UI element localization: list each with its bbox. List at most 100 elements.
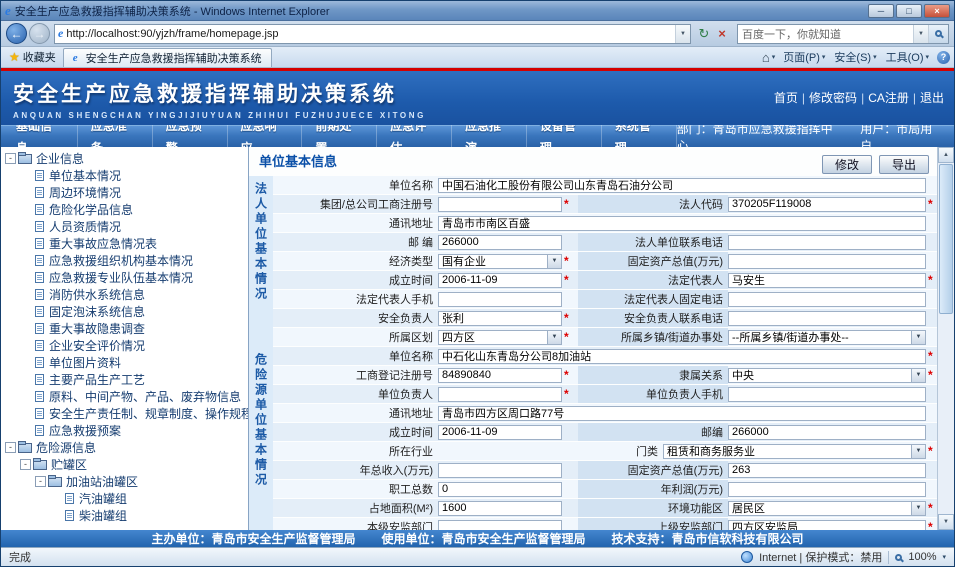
select-field[interactable]: 国有企业▼ [438,254,562,269]
text-input[interactable] [728,254,926,269]
scrollbar-thumb[interactable] [939,164,953,314]
tree-item[interactable]: -加油站油罐区 [1,473,248,490]
link-separator: | [913,91,916,105]
text-input[interactable] [438,520,562,531]
tree-item[interactable]: 汽油罐组 [1,490,248,507]
page-tab[interactable]: e 安全生产应急救援指挥辅助决策系统 [63,48,272,67]
text-input[interactable] [438,501,562,516]
favorites-button[interactable]: ★ 收藏夹 [5,49,63,67]
scroll-down-icon[interactable]: ▼ [938,514,954,530]
text-input[interactable] [728,463,926,478]
tree-item[interactable]: -危险源信息 [1,439,248,456]
header-link[interactable]: 首页 [774,89,798,106]
search-input[interactable]: 百度一下，你就知道 [738,26,913,42]
command-button[interactable]: 安全(S)▾ [834,49,876,65]
scrollbar-track[interactable] [938,163,954,514]
maximize-button[interactable]: □ [896,4,922,18]
text-input[interactable] [438,273,562,288]
text-input[interactable] [438,425,562,440]
tree-item[interactable]: -企业信息 [1,150,248,167]
header-link[interactable]: CA注册 [868,89,909,106]
select-field[interactable]: --所属乡镇/街道办事处--▼ [728,330,926,345]
text-input[interactable] [438,216,926,231]
zoom-level[interactable]: 100% [908,551,936,563]
export-button[interactable]: 导出 [879,155,929,174]
search-button[interactable] [928,25,948,43]
folder-icon [18,443,32,453]
tree-item[interactable]: 企业安全评价情况 [1,337,248,354]
text-input[interactable] [728,197,926,212]
tree-expander-icon[interactable]: - [35,476,46,487]
tree-item[interactable]: 安全生产责任制、规章制度、操作规程信息 [1,405,248,422]
text-input[interactable] [438,387,562,402]
home-button[interactable]: ⌂ ▾ [762,50,775,65]
tree-item[interactable]: 原料、中间产物、产品、废弃物信息 [1,388,248,405]
modify-button[interactable]: 修改 [822,155,872,174]
text-input[interactable] [438,235,562,250]
tree-item[interactable]: 应急救援专业队伍基本情况 [1,269,248,286]
address-dropdown-button[interactable]: ▼ [675,25,690,43]
back-button[interactable]: ← [6,23,27,44]
tree-expander-icon[interactable]: - [5,153,16,164]
text-input[interactable] [728,482,926,497]
text-input[interactable] [438,178,926,193]
tree-item[interactable]: 危险化学品信息 [1,201,248,218]
select-field[interactable]: 租赁和商务服务业▼ [663,444,926,459]
header-link[interactable]: 退出 [920,89,944,106]
tree-expander-icon[interactable]: - [5,442,16,453]
help-icon[interactable]: ? [937,51,950,64]
text-input[interactable] [728,273,926,288]
text-input[interactable] [438,197,562,212]
text-input[interactable] [438,463,562,478]
command-button[interactable]: 页面(P)▾ [783,49,825,65]
address-field[interactable]: e http://localhost:90/yjzh/frame/homepag… [54,24,691,44]
text-input[interactable] [438,368,562,383]
tree-expander-icon[interactable]: - [20,459,31,470]
tree-item[interactable]: -贮罐区 [1,456,248,473]
stop-button[interactable]: × [713,24,731,44]
tree-item[interactable]: 人员资质情况 [1,218,248,235]
scroll-up-icon[interactable]: ▲ [938,147,954,163]
tree-item[interactable]: 固定泡沫系统信息 [1,303,248,320]
tree-item[interactable]: 周边环境情况 [1,184,248,201]
text-input[interactable] [728,387,926,402]
text-input[interactable] [438,311,562,326]
text-input[interactable] [728,292,926,307]
tree-item[interactable]: 消防供水系统信息 [1,286,248,303]
tree-item[interactable]: 应急救援预案 [1,422,248,439]
text-input[interactable] [728,311,926,326]
text-input[interactable] [438,482,562,497]
tree-item[interactable]: 单位基本情况 [1,167,248,184]
forward-button[interactable]: → [29,23,50,44]
command-button[interactable]: 工具(O)▾ [886,49,929,65]
select-field[interactable]: 居民区▼ [728,501,926,516]
tree-item[interactable]: 重大事故应急情况表 [1,235,248,252]
select-field[interactable]: 四方区▼ [438,330,562,345]
header-link[interactable]: 修改密码 [809,89,857,106]
text-input[interactable] [438,406,926,421]
chevron-down-icon[interactable]: ▾ [942,553,946,561]
text-input[interactable] [728,235,926,250]
close-button[interactable]: × [924,4,950,18]
tree-item-label: 企业安全评价情况 [49,337,145,354]
search-dropdown-button[interactable]: ▼ [913,25,928,43]
search-box[interactable]: 百度一下，你就知道 ▼ [737,24,949,44]
select-field[interactable]: 中央▼ [728,368,926,383]
url-text[interactable]: http://localhost:90/yjzh/frame/homepage.… [66,28,675,40]
minimize-button[interactable]: ─ [868,4,894,18]
text-input[interactable] [438,292,562,307]
tree-item[interactable]: 主要产品生产工艺 [1,371,248,388]
tree-item-label: 重大事故隐患调查 [49,320,145,337]
text-input[interactable] [728,520,926,531]
refresh-button[interactable]: ↻ [695,24,713,44]
vertical-scrollbar[interactable]: ▲ ▼ [937,147,954,530]
text-input[interactable] [728,425,926,440]
form-row: 安全负责人*安全负责人联系电话 [273,309,937,328]
tree-item[interactable]: 柴油罐组 [1,507,248,524]
tree-item[interactable]: 应急救援组织机构基本情况 [1,252,248,269]
titlebar[interactable]: e 安全生产应急救援指挥辅助决策系统 - Windows Internet Ex… [1,1,954,21]
tree-item[interactable]: 单位图片资料 [1,354,248,371]
chevron-down-icon: ▼ [547,331,561,344]
text-input[interactable] [438,349,926,364]
tree-item[interactable]: 重大事故隐患调查 [1,320,248,337]
